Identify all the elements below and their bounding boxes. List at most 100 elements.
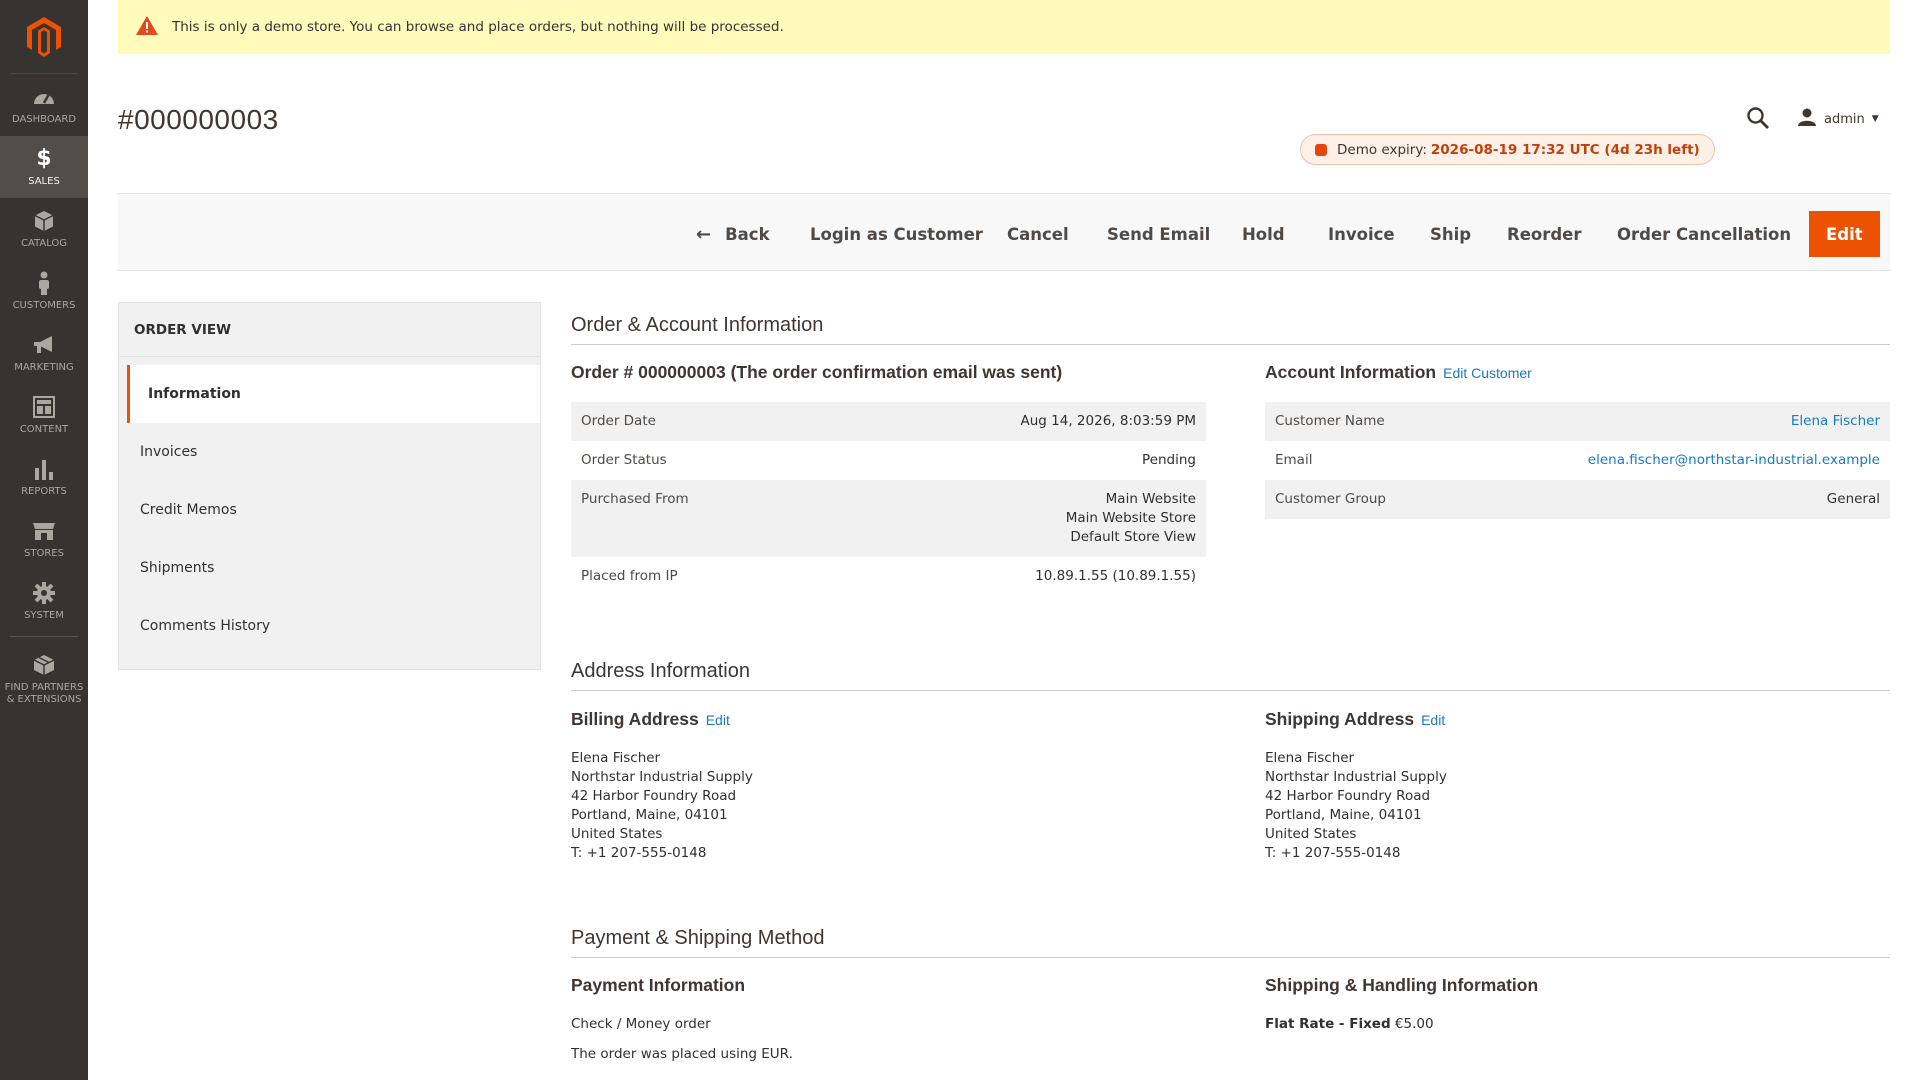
user-icon <box>1798 108 1816 130</box>
billing-address-heading: Billing Address <box>571 709 699 729</box>
edit-shipping-address-link[interactable]: Edit <box>1421 712 1445 728</box>
address-line: United States <box>1265 826 1357 842</box>
nav-system[interactable]: SYSTEM <box>0 570 88 632</box>
order-account-section-title: Order & Account Information <box>571 314 1890 345</box>
box-icon <box>31 208 57 234</box>
hold-button[interactable]: Hold <box>1242 212 1285 256</box>
table-row: Customer Name Elena Fischer <box>1265 402 1890 441</box>
nav-sales[interactable]: $ SALES <box>0 136 88 198</box>
ship-button[interactable]: Ship <box>1430 212 1471 256</box>
tab-shipments[interactable]: Shipments <box>119 539 540 597</box>
table-row: Placed from IP 10.89.1.55 (10.89.1.55) <box>571 557 1206 596</box>
nav-marketing[interactable]: MARKETING <box>0 322 88 384</box>
address-line: United States <box>571 826 663 842</box>
expiry-status-icon <box>1315 143 1327 156</box>
tab-information[interactable]: Information <box>127 365 540 423</box>
customer-name-link[interactable]: Elena Fischer <box>1791 412 1880 431</box>
purchased-from-value: Main Website Main Website Store Default … <box>1066 490 1196 547</box>
tab-invoices[interactable]: Invoices <box>119 423 540 481</box>
nav-reports[interactable]: REPORTS <box>0 446 88 508</box>
nav-label: CUSTOMERS <box>12 299 76 311</box>
payment-method: Check / Money order <box>571 1016 711 1032</box>
nav-label: FIND PARTNERS & EXTENSIONS <box>4 681 84 706</box>
tab-comments-history[interactable]: Comments History <box>119 597 540 655</box>
table-row: Purchased From Main Website Main Website… <box>571 480 1206 557</box>
order-status-label: Order Status <box>581 452 667 468</box>
placed-from-ip-label: Placed from IP <box>581 568 678 584</box>
nav-customers[interactable]: CUSTOMERS <box>0 260 88 322</box>
table-row: Order Date Aug 14, 2026, 8:03:59 PM <box>571 402 1206 441</box>
nav-label: SYSTEM <box>24 609 64 621</box>
tab-credit-memos[interactable]: Credit Memos <box>119 481 540 539</box>
billing-address-title: Billing Address Edit <box>571 709 730 730</box>
search-icon[interactable] <box>1746 106 1770 134</box>
edit-order-button[interactable]: Edit <box>1809 211 1880 257</box>
address-line: Northstar Industrial Supply <box>1265 769 1447 785</box>
invoice-button[interactable]: Invoice <box>1328 212 1395 256</box>
edit-billing-address-link[interactable]: Edit <box>706 712 730 728</box>
dollar-icon: $ <box>36 146 52 171</box>
caret-down-icon: ▼ <box>1871 114 1879 124</box>
nav-find-partners[interactable]: FIND PARTNERS & EXTENSIONS <box>0 641 88 717</box>
demo-notice-bar: This is only a demo store. You can brows… <box>118 0 1890 54</box>
admin-sidebar: DASHBOARD $ SALES CATALOG CUSTOMERS MARK… <box>0 0 88 1080</box>
reorder-button[interactable]: Reorder <box>1507 212 1582 256</box>
expiry-value: 2026-08-19 17:32 UTC (4d 23h left) <box>1430 141 1700 158</box>
shipping-price: €5.00 <box>1394 1016 1434 1032</box>
address-line: T: +1 207-555-0148 <box>1265 845 1401 861</box>
nav-label: REPORTS <box>21 485 67 497</box>
order-information-table: Order Date Aug 14, 2026, 8:03:59 PM Orde… <box>571 402 1206 596</box>
customer-group-value: General <box>1826 491 1880 507</box>
login-as-customer-button[interactable]: Login as Customer <box>810 212 983 256</box>
address-line: Elena Fischer <box>571 750 661 766</box>
order-date-value: Aug 14, 2026, 8:03:59 PM <box>1020 413 1196 429</box>
magento-logo[interactable] <box>10 0 78 74</box>
page-title: #000000003 <box>118 104 279 135</box>
nav-label: SALES <box>28 175 60 187</box>
placed-from-ip-value: 10.89.1.55 (10.89.1.55) <box>1035 568 1196 584</box>
nav-label: STORES <box>24 547 64 559</box>
order-cancellation-button[interactable]: Order Cancellation <box>1617 212 1791 256</box>
bar-chart-icon <box>31 456 57 482</box>
account-info-heading: Account Information <box>1265 362 1437 382</box>
send-email-button[interactable]: Send Email <box>1107 212 1210 256</box>
nav-label: MARKETING <box>14 361 74 373</box>
shipping-handling-title: Shipping & Handling Information <box>1265 975 1539 995</box>
nav-label: CONTENT <box>19 423 69 435</box>
address-line: 42 Harbor Foundry Road <box>1265 788 1431 804</box>
table-row: Customer Group General <box>1265 480 1890 519</box>
store-icon <box>31 518 57 544</box>
edit-customer-link[interactable]: Edit Customer <box>1443 365 1532 381</box>
shipping-address-title: Shipping Address Edit <box>1265 709 1445 730</box>
person-icon <box>31 270 57 296</box>
nav-label: DASHBOARD <box>11 113 77 125</box>
notice-text: This is only a demo store. You can brows… <box>172 19 784 35</box>
package-icon <box>31 652 57 678</box>
address-line: Portland, Maine, 04101 <box>1265 807 1422 823</box>
store-name: Main Website Store <box>1065 510 1196 526</box>
admin-user-menu[interactable]: admin ▼ <box>1798 108 1879 130</box>
customer-name-label: Customer Name <box>1275 413 1385 429</box>
order-title: Order # 000000003 (The order confirmatio… <box>571 362 1063 382</box>
payment-currency-note: The order was placed using EUR. <box>571 1046 793 1062</box>
back-button[interactable]: ← Back <box>696 212 770 256</box>
nav-catalog[interactable]: CATALOG <box>0 198 88 260</box>
nav-content[interactable]: CONTENT <box>0 384 88 446</box>
billing-address-block: Elena Fischer Northstar Industrial Suppl… <box>571 749 753 863</box>
shipping-method-line: Flat Rate - Fixed €5.00 <box>1265 1016 1434 1032</box>
page-actions-bar: ← Back Login as Customer Cancel Send Ema… <box>118 193 1890 271</box>
cancel-button[interactable]: Cancel <box>1007 212 1069 256</box>
shipping-method-name: Flat Rate - Fixed <box>1265 1016 1391 1032</box>
table-row: Order Status Pending <box>571 441 1206 480</box>
nav-label: CATALOG <box>20 237 68 249</box>
customer-email-link[interactable]: elena.fischer@northstar-industrial.examp… <box>1588 451 1880 470</box>
account-info-title: Account Information Edit Customer <box>1265 362 1532 383</box>
shipping-address-heading: Shipping Address <box>1265 709 1415 729</box>
address-section-title: Address Information <box>571 660 1890 691</box>
nav-dashboard[interactable]: DASHBOARD <box>0 74 88 136</box>
nav-stores[interactable]: STORES <box>0 508 88 570</box>
admin-username: admin <box>1824 111 1865 127</box>
table-row: Email elena.fischer@northstar-industrial… <box>1265 441 1890 480</box>
address-line: Elena Fischer <box>1265 750 1355 766</box>
dashboard-icon <box>31 84 57 110</box>
